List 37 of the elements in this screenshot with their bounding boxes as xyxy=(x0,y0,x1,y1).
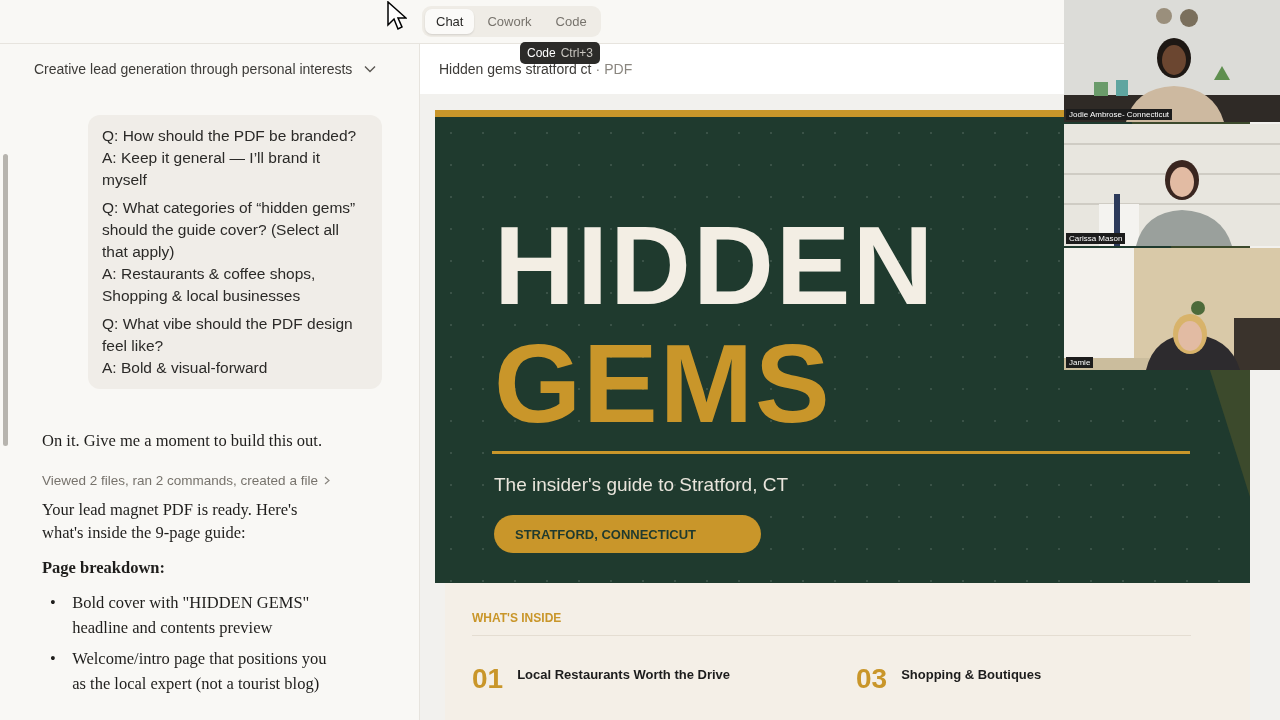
mode-tab[interactable]: Code xyxy=(544,9,598,34)
file-type: PDF xyxy=(604,61,633,77)
answer-text: A: Restaurants & coffee shops, Shopping & local businesses xyxy=(102,264,317,306)
bullet-marker: • xyxy=(49,648,57,670)
question-text: Q: What vibe should the PDF design feel like? xyxy=(102,314,354,356)
location-badge: STRATFORD, CONNECTICUT xyxy=(494,515,761,553)
question-text: Q: How should the PDF be branded? xyxy=(102,126,358,146)
file-name: Hidden gems stratford ct xyxy=(439,61,592,77)
mode-tab[interactable]: Chat xyxy=(425,9,475,34)
mode-tab[interactable]: Cowork xyxy=(476,9,543,34)
chevron-down-icon[interactable] xyxy=(364,64,377,73)
bullet-item: Welcome/intro page that positions you as the local expert (not a tourist blog) xyxy=(72,648,328,695)
participant-name: Jodie Ambrose- Connecticut xyxy=(1066,109,1173,120)
participant-name: Jamie xyxy=(1066,357,1094,368)
item-title: Shopping & Boutiques xyxy=(901,667,1042,682)
cover-headline: HIDDEN xyxy=(494,207,936,325)
bullet-item: Bold cover with "HIDDEN GEMS" headline and contents preview xyxy=(72,592,311,639)
reply-text: On it. Give me a moment to build this out. xyxy=(42,431,324,451)
contents-heading: WHAT'S INSIDE xyxy=(472,611,563,625)
participant-name: Carissa Mason xyxy=(1066,233,1126,244)
separator-dot: · xyxy=(595,61,601,77)
scrollbar[interactable] xyxy=(3,154,8,446)
section-heading: Page breakdown: xyxy=(42,558,166,578)
item-number: 03 xyxy=(856,664,888,694)
bullet-marker: • xyxy=(49,592,57,614)
answer-text: A: Bold & visual-forward xyxy=(102,358,269,378)
reply-text: Your lead magnet PDF is ready. Here's what's inside the 9-page guide: xyxy=(42,499,299,544)
question-text: Q: What categories of “hidden gems” should the guide cover? (Select all that apply) xyxy=(102,198,357,262)
cover-tagline: The insider's guide to Stratford, CT xyxy=(494,474,790,496)
conversation-title: Creative lead generation through personal interests xyxy=(34,60,353,77)
cover-headline: GEMS xyxy=(494,325,832,443)
tool-summary-link[interactable]: Viewed 2 files, ran 2 commands, created a file xyxy=(42,473,318,488)
item-number: 01 xyxy=(472,664,504,694)
chevron-right-icon[interactable] xyxy=(323,476,330,485)
item-title: Local Restaurants Worth the Drive xyxy=(517,667,731,682)
tooltip: Code Ctrl+3 xyxy=(520,42,601,64)
answer-text: A: Keep it general — I’ll brand it myself xyxy=(102,148,321,190)
